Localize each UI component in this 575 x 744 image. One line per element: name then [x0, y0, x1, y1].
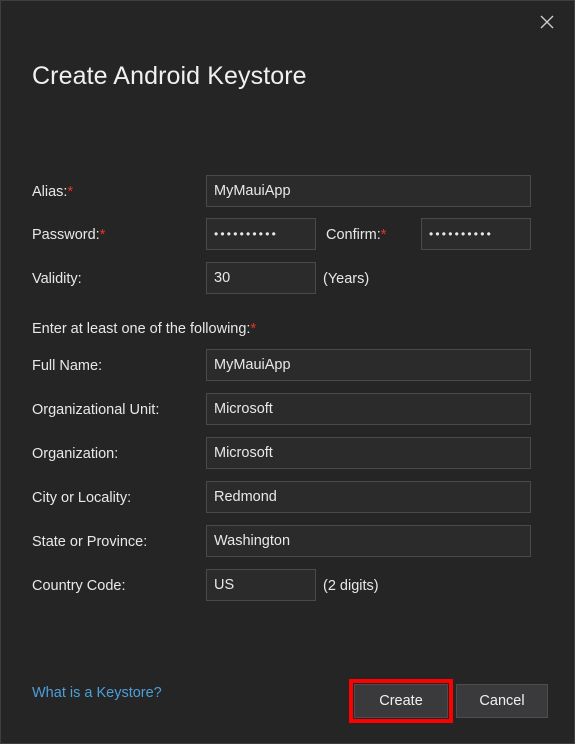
- confirm-label: Confirm:*: [326, 227, 387, 243]
- alias-label: Alias:*: [32, 184, 74, 200]
- cancel-button[interactable]: Cancel: [456, 684, 548, 718]
- organizational-unit-input[interactable]: Microsoft: [206, 393, 531, 425]
- full-name-input[interactable]: MyMauiApp: [206, 349, 531, 381]
- required-asterisk: *: [67, 184, 74, 200]
- validity-label: Validity:: [32, 271, 82, 287]
- alias-input[interactable]: MyMauiApp: [206, 175, 531, 207]
- section-note: Enter at least one of the following:*: [32, 321, 257, 337]
- field-row-password: Password:* •••••••••• Confirm:* ••••••••…: [1, 218, 575, 252]
- field-row-alias: Alias:* MyMauiApp: [1, 175, 575, 209]
- organization-input[interactable]: Microsoft: [206, 437, 531, 469]
- field-row-city: City or Locality: Redmond: [1, 481, 575, 515]
- field-row-full-name: Full Name: MyMauiApp: [1, 349, 575, 383]
- required-asterisk: *: [99, 227, 106, 243]
- field-row-state: State or Province: Washington: [1, 525, 575, 559]
- field-row-organizational-unit: Organizational Unit: Microsoft: [1, 393, 575, 427]
- country-code-input[interactable]: US: [206, 569, 316, 601]
- city-input[interactable]: Redmond: [206, 481, 531, 513]
- field-row-validity: Validity: 30 (Years): [1, 262, 575, 296]
- validity-units-hint: (Years): [323, 271, 370, 287]
- create-button[interactable]: Create: [354, 684, 448, 718]
- state-label: State or Province:: [32, 534, 148, 550]
- required-asterisk: *: [250, 321, 257, 337]
- organization-label: Organization:: [32, 446, 119, 462]
- full-name-label: Full Name:: [32, 358, 103, 374]
- field-row-organization: Organization: Microsoft: [1, 437, 575, 471]
- create-android-keystore-dialog: Create Android Keystore Alias:* MyMauiAp…: [0, 0, 575, 744]
- city-label: City or Locality:: [32, 490, 132, 506]
- password-input[interactable]: ••••••••••: [206, 218, 316, 250]
- state-input[interactable]: Washington: [206, 525, 531, 557]
- country-code-hint: (2 digits): [323, 578, 379, 594]
- validity-input[interactable]: 30: [206, 262, 316, 294]
- page-title: Create Android Keystore: [32, 62, 307, 90]
- country-code-label: Country Code:: [32, 578, 126, 594]
- confirm-password-input[interactable]: ••••••••••: [421, 218, 531, 250]
- password-label: Password:*: [32, 227, 106, 243]
- close-icon[interactable]: [532, 7, 562, 37]
- organizational-unit-label: Organizational Unit:: [32, 402, 160, 418]
- field-row-country-code: Country Code: US (2 digits): [1, 569, 575, 603]
- what-is-a-keystore-link[interactable]: What is a Keystore?: [32, 685, 162, 701]
- required-asterisk: *: [380, 227, 387, 243]
